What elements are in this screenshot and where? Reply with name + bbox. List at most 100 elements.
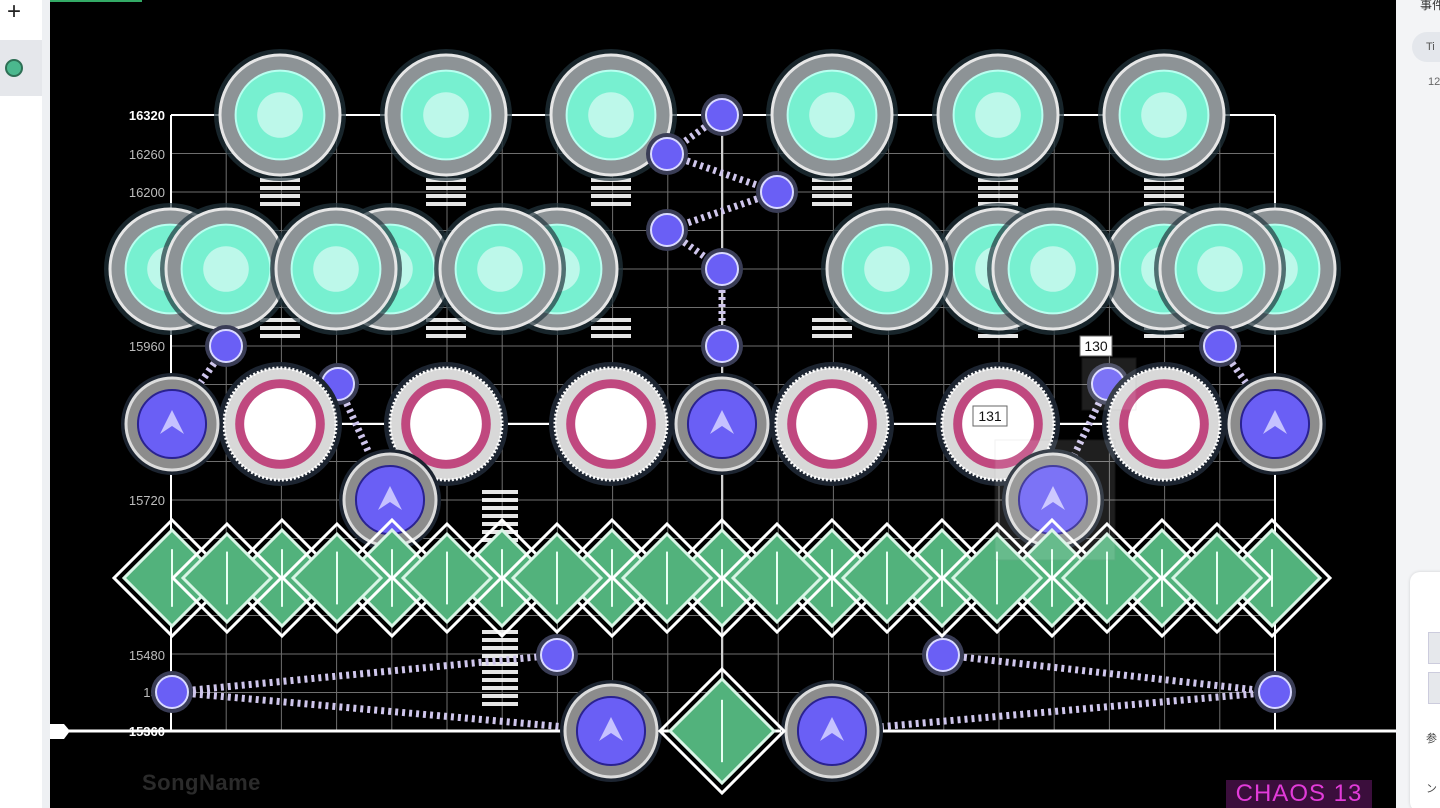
events-panel: 事件 Ti 12 参 ン bbox=[1396, 0, 1440, 808]
circle-icon bbox=[1203, 329, 1237, 363]
panel-bottom-label: ン bbox=[1426, 783, 1437, 795]
tap-note bbox=[434, 203, 566, 335]
hold-stripe bbox=[482, 678, 518, 682]
slide-node bbox=[1199, 325, 1241, 367]
hold-note-core bbox=[575, 388, 647, 460]
circle-icon bbox=[540, 638, 574, 672]
note-id-label: 130 bbox=[1084, 338, 1108, 354]
hold-note-core bbox=[410, 388, 482, 460]
circle-icon bbox=[926, 638, 960, 672]
hold-stripe bbox=[591, 326, 631, 330]
selection-box bbox=[994, 439, 1116, 561]
hold-stripe bbox=[812, 334, 852, 338]
hold-stripe bbox=[482, 686, 518, 690]
flick-note bbox=[671, 373, 773, 475]
status-dot-icon bbox=[5, 59, 23, 77]
hold-stripe bbox=[426, 186, 466, 190]
hold-stripe bbox=[260, 202, 300, 206]
y-axis-label: 15960 bbox=[129, 339, 165, 354]
panel-value: 12 bbox=[1428, 76, 1440, 88]
circle-icon bbox=[760, 175, 794, 209]
slide-node bbox=[701, 248, 743, 290]
tap-note-core bbox=[588, 92, 634, 138]
flick-note bbox=[781, 680, 883, 782]
tap-note-core bbox=[1030, 246, 1076, 292]
playhead-marker-icon bbox=[50, 724, 70, 739]
y-axis-label: 15360 bbox=[129, 724, 165, 739]
circle-icon bbox=[209, 329, 243, 363]
hold-stripe bbox=[812, 326, 852, 330]
sidebar-divider bbox=[42, 0, 50, 808]
flick-note bbox=[560, 680, 662, 782]
y-axis-label: 15720 bbox=[129, 493, 165, 508]
sidebar-item-active[interactable] bbox=[0, 40, 42, 96]
panel-input-2[interactable] bbox=[1428, 672, 1440, 704]
tap-note bbox=[214, 49, 346, 181]
tap-note-core bbox=[1197, 246, 1243, 292]
slide-node bbox=[646, 209, 688, 251]
tap-note bbox=[270, 203, 402, 335]
hold-bar bbox=[812, 318, 852, 338]
tap-note bbox=[821, 203, 953, 335]
hold-note bbox=[218, 362, 342, 486]
hold-stripe bbox=[1144, 186, 1184, 190]
hold-stripe bbox=[482, 702, 518, 706]
circle-icon bbox=[705, 252, 739, 286]
hold-note-core bbox=[1128, 388, 1200, 460]
y-axis-label: 16260 bbox=[129, 147, 165, 162]
circle-icon bbox=[155, 675, 189, 709]
left-sidebar: + bbox=[0, 0, 42, 808]
hold-stripe bbox=[482, 514, 518, 518]
tap-note bbox=[380, 49, 512, 181]
slide-node bbox=[701, 94, 743, 136]
tap-note-core bbox=[257, 92, 303, 138]
circle-icon bbox=[1258, 675, 1292, 709]
hold-stripe bbox=[482, 646, 518, 650]
hold-stripe bbox=[591, 186, 631, 190]
difficulty-badge: CHAOS 13 bbox=[1226, 780, 1372, 808]
tap-note-core bbox=[1141, 92, 1187, 138]
hold-stripe bbox=[591, 334, 631, 338]
add-chart-button[interactable]: + bbox=[2, 0, 26, 26]
hold-stripe bbox=[482, 490, 518, 494]
hold-stripe bbox=[1144, 194, 1184, 198]
chart-svg: 1632016260162001596015720154801541536013… bbox=[50, 49, 1396, 796]
tap-note bbox=[1154, 203, 1286, 335]
hold-stripe bbox=[482, 694, 518, 698]
panel-input-1[interactable] bbox=[1428, 632, 1440, 664]
slide-node bbox=[1254, 671, 1296, 713]
hold-stripe bbox=[482, 506, 518, 510]
hold-note bbox=[549, 362, 673, 486]
tap-note bbox=[766, 49, 898, 181]
hold-note bbox=[770, 362, 894, 486]
chart-preview-canvas[interactable]: 1632016260162001596015720154801541536013… bbox=[50, 0, 1396, 808]
selection-box bbox=[1081, 357, 1137, 411]
hold-note-core bbox=[244, 388, 316, 460]
y-axis-label: 16200 bbox=[129, 185, 165, 200]
flick-note bbox=[1224, 373, 1326, 475]
flick-note bbox=[121, 373, 223, 475]
tap-note-core bbox=[203, 246, 249, 292]
hold-stripe bbox=[591, 194, 631, 198]
hold-stripe bbox=[812, 186, 852, 190]
slide-node bbox=[646, 133, 688, 175]
hold-stripe bbox=[260, 326, 300, 330]
hold-note-core bbox=[796, 388, 868, 460]
tap-note-core bbox=[809, 92, 855, 138]
tap-note-core bbox=[477, 246, 523, 292]
slide-connector bbox=[831, 688, 1276, 735]
tap-note-core bbox=[864, 246, 910, 292]
hold-stripe bbox=[482, 670, 518, 674]
drag-note bbox=[657, 666, 787, 796]
tap-note-core bbox=[975, 92, 1021, 138]
y-axis-label: 15480 bbox=[129, 648, 165, 663]
song-name-label: SongName bbox=[142, 770, 261, 795]
hold-stripe bbox=[426, 194, 466, 198]
slide-node bbox=[151, 671, 193, 713]
panel-tab-chip[interactable]: Ti bbox=[1412, 32, 1440, 62]
slide-node bbox=[205, 325, 247, 367]
hold-stripe bbox=[591, 202, 631, 206]
slide-node bbox=[922, 634, 964, 676]
circle-icon bbox=[705, 98, 739, 132]
hold-stripe bbox=[482, 638, 518, 642]
